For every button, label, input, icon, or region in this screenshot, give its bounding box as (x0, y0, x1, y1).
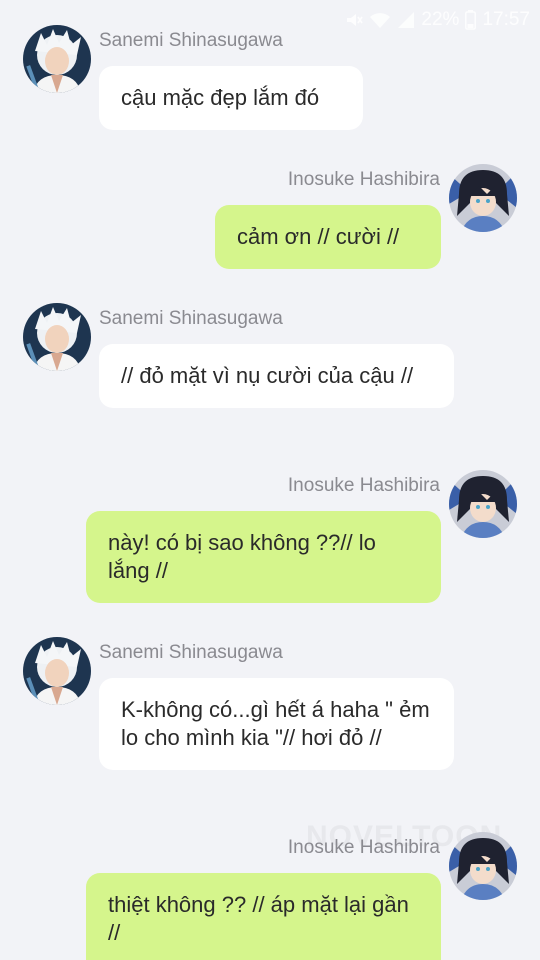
avatar-inosuke-image (449, 164, 517, 232)
avatar-sanemi-image (23, 303, 91, 371)
sender-name: Sanemi Shinasugawa (99, 30, 283, 51)
battery-percent: 22% (421, 9, 460, 30)
message-bubble[interactable]: này! có bị sao không ??// lo lắng // (86, 511, 441, 603)
sender-name: Inosuke Hashibira (287, 169, 440, 190)
sender-name: Sanemi Shinasugawa (99, 642, 283, 663)
avatar-inosuke-image (449, 832, 517, 900)
message-bubble[interactable]: // đỏ mặt vì nụ cười của cậu // (99, 344, 454, 408)
avatar-inosuke-image (449, 470, 517, 538)
avatar-sanemi[interactable] (23, 637, 91, 705)
avatar-inosuke[interactable] (449, 470, 517, 538)
sender-name: Inosuke Hashibira (287, 475, 440, 496)
sender-name: Sanemi Shinasugawa (99, 308, 283, 329)
avatar-inosuke[interactable] (449, 164, 517, 232)
mute-icon (345, 11, 364, 29)
message-bubble[interactable]: thiệt không ?? // áp mặt lại gần // (86, 873, 441, 960)
avatar-sanemi[interactable] (23, 25, 91, 93)
message-bubble[interactable]: cảm ơn // cười // (215, 205, 441, 269)
avatar-inosuke[interactable] (449, 832, 517, 900)
signal-icon (397, 11, 415, 29)
clock: 17:57 (482, 9, 530, 30)
battery-icon (465, 10, 477, 30)
avatar-sanemi-image (23, 637, 91, 705)
sender-name: Inosuke Hashibira (287, 837, 440, 858)
wifi-icon (369, 11, 391, 29)
message-bubble[interactable]: cậu mặc đẹp lắm đó (99, 66, 363, 130)
avatar-sanemi-image (23, 25, 91, 93)
message-bubble[interactable]: K-không có...gì hết á haha " ẻm lo cho m… (99, 678, 454, 770)
status-bar: 22% 17:57 (345, 8, 530, 32)
avatar-sanemi[interactable] (23, 303, 91, 371)
